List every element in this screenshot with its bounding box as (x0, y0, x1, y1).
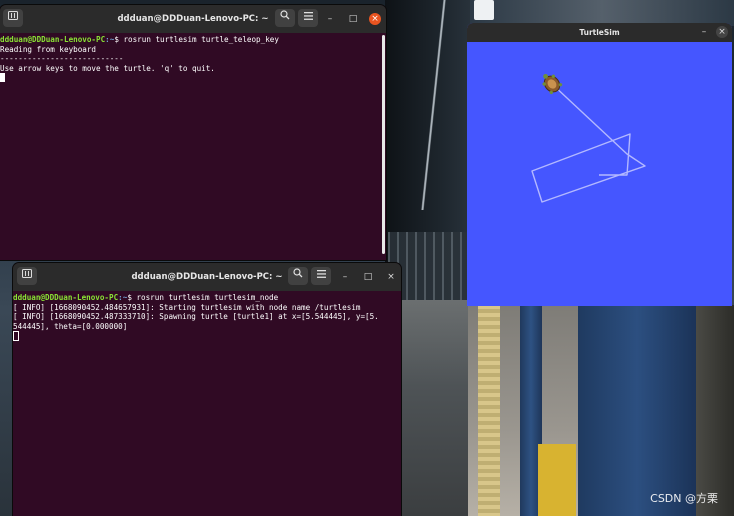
maximize-button[interactable]: □ (362, 271, 374, 283)
hamburger-menu-icon[interactable] (311, 267, 331, 285)
search-icon[interactable] (288, 267, 308, 285)
close-button[interactable]: × (385, 271, 397, 283)
close-button[interactable]: × (369, 13, 381, 25)
minimize-button[interactable]: – (339, 271, 351, 283)
minimize-button[interactable]: – (324, 13, 336, 25)
wallpaper-pillar (578, 305, 696, 516)
turtlesim-canvas (467, 42, 732, 306)
terminal-titlebar[interactable]: ddduan@DDDuan-Lenovo-PC: ~ – □ × (0, 5, 386, 33)
output-line: Reading from keyboard (0, 44, 97, 54)
text-cursor (13, 331, 19, 342)
output-line: --------------------------- (0, 54, 124, 64)
search-icon[interactable] (275, 9, 295, 27)
command-text: rosrun turtlesim turtle_teleop_key (123, 35, 279, 44)
minimize-button[interactable]: – (698, 26, 710, 38)
command-line: ddduan@DDDuan-Lenovo-PC:~$ rosrun turtle… (13, 293, 401, 303)
hamburger-menu-icon[interactable] (298, 9, 318, 27)
prompt-path: :~ (118, 293, 128, 302)
command-text: rosrun turtlesim turtlesim_node (136, 293, 279, 302)
terminal-window-teleop[interactable]: ddduan@DDDuan-Lenovo-PC: ~ – □ × ddduan@… (0, 5, 386, 260)
scrollbar[interactable] (382, 35, 385, 254)
turtlesim-titlebar[interactable]: TurtleSim – × (467, 23, 732, 42)
maximize-button[interactable]: □ (347, 13, 359, 25)
prompt-user: ddduan@DDDuan-Lenovo-PC (0, 35, 106, 44)
wallpaper-platform-edge (478, 305, 500, 516)
prompt-user: ddduan@DDDuan-Lenovo-PC (13, 293, 119, 302)
turtlesim-window[interactable]: TurtleSim – × (467, 23, 732, 306)
output-line: 544445], theta=[0.000000] (13, 321, 128, 331)
turtle-pen-trail (531, 83, 646, 203)
wallpaper-sign (474, 0, 494, 20)
terminal-output[interactable]: ddduan@DDDuan-Lenovo-PC:~$ rosrun turtle… (0, 33, 386, 260)
wallpaper-track (400, 300, 470, 516)
wallpaper-right-wall (696, 305, 734, 516)
terminal-output[interactable]: ddduan@DDDuan-Lenovo-PC:~$ rosrun turtle… (13, 291, 401, 516)
turtlesim-title: TurtleSim (579, 28, 620, 37)
output-line: [ INFO] [1668090452.487333710]: Spawning… (13, 312, 379, 322)
output-line: Use arrow keys to move the turtle. 'q' t… (0, 63, 215, 73)
close-button[interactable]: × (716, 26, 728, 38)
terminal-titlebar[interactable]: ddduan@DDDuan-Lenovo-PC: ~ – □ × (13, 263, 401, 291)
wallpaper-yellow-stripe (538, 444, 576, 516)
terminal-window-turtlesim-node[interactable]: ddduan@DDDuan-Lenovo-PC: ~ – □ × ddduan@… (13, 263, 401, 516)
prompt-path: :~ (105, 35, 115, 44)
output-line: [ INFO] [1668090452.484657931]: Starting… (13, 302, 361, 312)
text-cursor (0, 73, 5, 83)
command-line: ddduan@DDDuan-Lenovo-PC:~$ rosrun turtle… (0, 35, 386, 45)
watermark: CSDN @方栗 (650, 492, 718, 505)
